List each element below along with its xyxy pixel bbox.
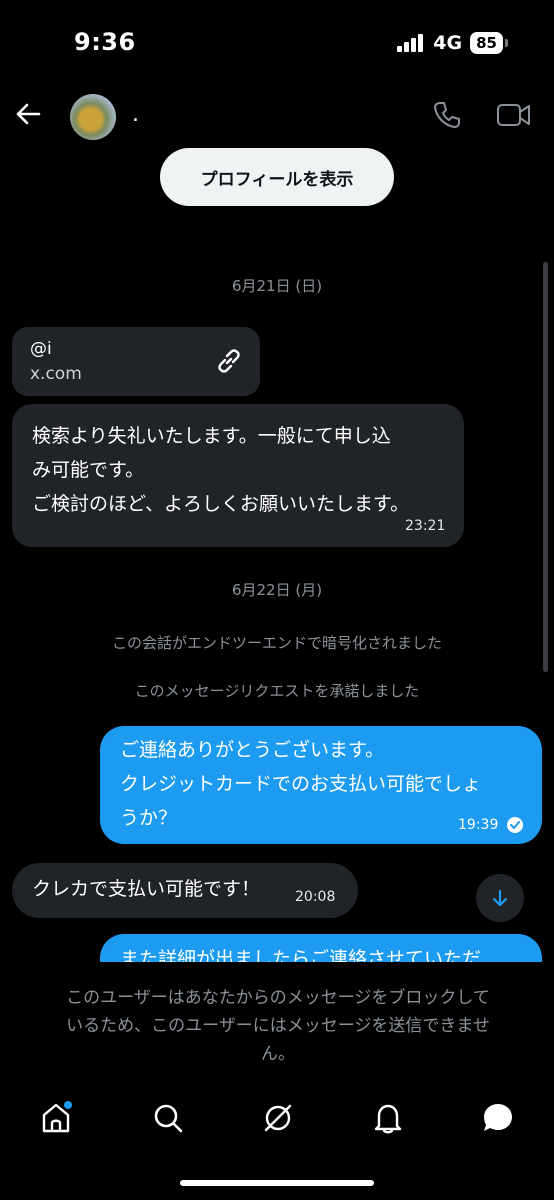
signal-icon bbox=[397, 34, 424, 52]
back-arrow-icon[interactable] bbox=[14, 100, 42, 128]
search-icon bbox=[154, 1104, 183, 1133]
tab-notifications[interactable] bbox=[368, 1098, 408, 1138]
battery-level: 85 bbox=[470, 32, 503, 54]
message-text: クレカで支払い可能です！ bbox=[32, 878, 261, 900]
message-clip: また詳細が出ましたらご連絡させていただ bbox=[0, 934, 554, 962]
avatar[interactable] bbox=[70, 94, 116, 140]
blocked-notice: このユーザーはあなたからのメッセージをブロックして いるため、このユーザーにはメ… bbox=[66, 988, 490, 1064]
link-icon bbox=[218, 349, 240, 373]
chat-bubble-icon bbox=[484, 1104, 512, 1131]
link-card-domain: x.com bbox=[30, 364, 82, 384]
scroll-to-bottom-button[interactable] bbox=[476, 874, 524, 922]
view-profile-button[interactable]: プロフィールを表示 bbox=[160, 148, 394, 206]
scrollbar[interactable] bbox=[543, 262, 548, 672]
video-call-icon[interactable] bbox=[496, 100, 532, 130]
date-separator: 6月21日 (日) bbox=[231, 277, 323, 295]
encryption-notice: この会話がエンドツーエンドで暗号化されました bbox=[111, 634, 442, 652]
link-card-title: @i bbox=[30, 339, 52, 359]
message-text: 検索より失礼いたします。一般にて申し込 み可能です。 ご検討のほど、よろしくお願… bbox=[32, 425, 410, 515]
tab-home[interactable] bbox=[36, 1098, 76, 1138]
conversation-name[interactable]: . bbox=[132, 102, 139, 127]
message-timestamp: 20:08 bbox=[295, 889, 336, 905]
phone-icon[interactable] bbox=[432, 100, 462, 130]
read-receipt-icon bbox=[507, 817, 523, 833]
network-type: 4G bbox=[433, 32, 463, 54]
home-icon bbox=[42, 1101, 72, 1133]
tab-search[interactable] bbox=[148, 1098, 188, 1138]
message-timestamp: 19:39 bbox=[458, 817, 499, 833]
bell-icon bbox=[374, 1104, 402, 1134]
arrow-down-icon bbox=[492, 889, 508, 907]
message-timestamp: 23:21 bbox=[405, 518, 446, 534]
tab-messages[interactable] bbox=[478, 1098, 518, 1138]
grok-icon bbox=[264, 1104, 292, 1132]
tab-grok[interactable] bbox=[258, 1098, 298, 1138]
message-text: また詳細が出ましたらご連絡させていただ bbox=[120, 948, 482, 962]
date-separator: 6月22日 (月) bbox=[231, 581, 323, 599]
home-indicator bbox=[180, 1180, 374, 1186]
status-indicators: 4G 85 bbox=[397, 32, 508, 54]
status-time: 9:36 bbox=[74, 28, 136, 56]
battery-icon: 85 bbox=[470, 32, 508, 54]
request-accepted-notice: このメッセージリクエストを承諾しました bbox=[134, 682, 420, 700]
